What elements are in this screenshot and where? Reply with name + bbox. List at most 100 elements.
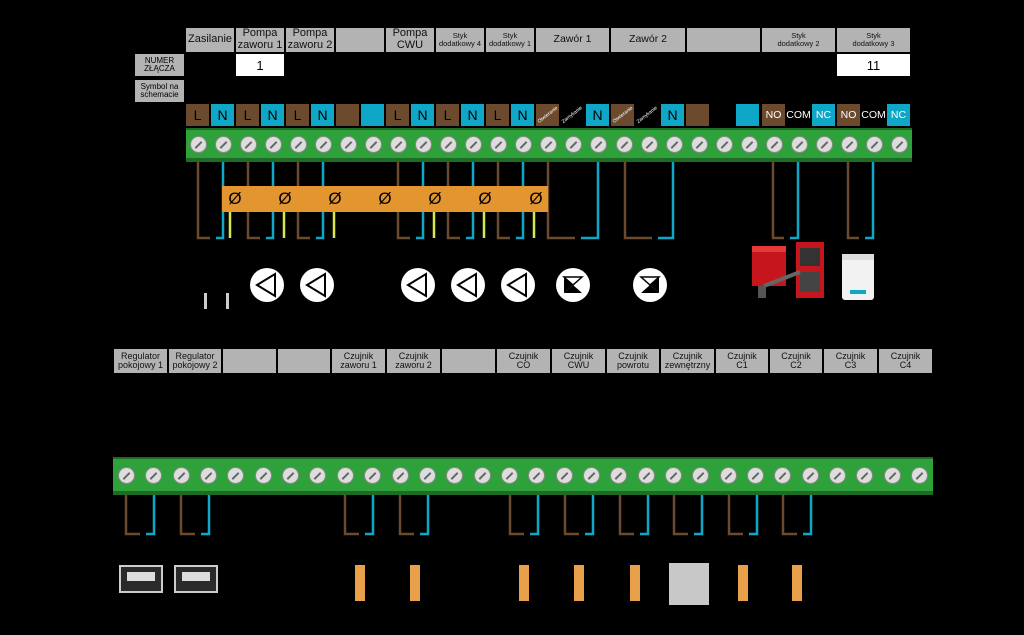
power-input-terminal <box>226 293 229 309</box>
terminal-label-23 <box>736 104 759 126</box>
terminal-screw <box>254 467 272 484</box>
terminal-screw <box>172 467 190 484</box>
temperature-sensor-icon <box>355 565 365 601</box>
terminal-label-16: Zamykanie <box>561 105 584 125</box>
wire-live <box>781 495 797 536</box>
header-czujnik-c2: Czujnik C2 <box>770 349 822 373</box>
temperature-sensor-icon <box>519 565 529 601</box>
earth-symbol: Ø <box>278 189 292 208</box>
header-czujnik-powrotu: Czujnik powrotu <box>607 349 659 373</box>
header-empty-1 <box>336 28 384 52</box>
terminal-screw <box>336 467 354 484</box>
terminal-label-18: Otwieranie <box>611 104 634 126</box>
terminal-screw <box>715 136 733 153</box>
terminal-screw <box>740 136 758 153</box>
header-empty-2 <box>687 28 760 52</box>
terminal-screw <box>582 467 600 484</box>
terminal-screw <box>315 136 333 153</box>
header-styk-dodatkowy-2: Styk dodatkowy 2 <box>762 28 835 52</box>
wire-neutral <box>585 495 595 536</box>
terminal-label-25: COM <box>786 109 811 121</box>
wire-live <box>343 495 359 536</box>
terminal-screw <box>883 467 901 484</box>
wire-neutral <box>803 495 813 536</box>
temperature-sensor-icon <box>410 565 420 601</box>
terminal-screw <box>637 467 655 484</box>
terminal-label-22 <box>711 104 734 126</box>
header-zawor-2: Zawór 2 <box>611 28 685 52</box>
wire-neutral <box>201 495 211 536</box>
temperature-sensor-icon <box>792 565 802 601</box>
pump-icon <box>250 268 284 302</box>
header-czujnik-zaworu-2: Czujnik zaworu 2 <box>387 349 440 373</box>
terminal-screw <box>418 467 436 484</box>
header-pompa-zaworu-2: Pompa zaworu 2 <box>286 27 334 52</box>
terminal-screw <box>719 467 737 484</box>
earth-symbol: Ø <box>428 189 442 208</box>
header-empty-3 <box>223 349 276 373</box>
earth-symbol: Ø <box>328 189 342 208</box>
terminal-label-17: N <box>586 104 609 126</box>
terminal-label-7 <box>336 104 359 126</box>
terminal-screw <box>190 136 207 153</box>
earth-symbol: Ø <box>228 189 242 208</box>
wire-neutral <box>865 162 875 240</box>
pump-icon <box>300 268 334 302</box>
wire-live <box>618 495 634 536</box>
terminal-label-14: N <box>511 104 534 126</box>
outdoor-sensor-icon <box>669 563 709 605</box>
temperature-sensor-icon <box>738 565 748 601</box>
temperature-sensor-icon <box>574 565 584 601</box>
earth-symbol: Ø <box>478 189 492 208</box>
terminal-screw <box>911 467 929 484</box>
wire-neutral <box>420 495 430 536</box>
header-czujnik-cwu: Czujnik CWU <box>552 349 605 373</box>
terminal-screw <box>747 467 765 484</box>
wire-neutral <box>790 162 800 240</box>
earth-symbol: Ø <box>529 189 543 208</box>
wire-live <box>846 162 859 240</box>
terminal-label-4: N <box>261 104 284 126</box>
terminal-label-26: NC <box>812 104 835 126</box>
terminal-screw <box>690 136 708 153</box>
terminal-screw <box>265 136 283 153</box>
terminal-screw <box>801 467 819 484</box>
header-empty-4 <box>278 349 330 373</box>
terminal-label-29: NC <box>887 104 910 126</box>
header-zawor-1: Zawór 1 <box>536 28 609 52</box>
terminal-screw <box>765 136 783 153</box>
terminal-label-2: N <box>211 104 234 126</box>
terminal-label-6: N <box>311 104 334 126</box>
room-regulator-icon <box>119 565 163 593</box>
wire-live <box>508 495 524 536</box>
wire-live <box>124 495 140 536</box>
wire-live <box>563 495 579 536</box>
earth-symbol: Ø <box>378 189 392 208</box>
wire-live <box>546 162 575 240</box>
wire-live <box>179 495 195 536</box>
wire-live <box>623 162 652 240</box>
wire-live <box>771 162 784 240</box>
header-styk-dodatkowy-3: Styk dodatkowy 3 <box>837 28 910 52</box>
connector-number-last: 11 <box>837 54 910 76</box>
terminal-label-5: L <box>286 104 309 126</box>
header-styk-dodatkowy-1: Styk dodatkowy 1 <box>486 28 534 52</box>
terminal-screw <box>118 467 135 484</box>
header-czujnik-zewnetrzny: Czujnik zewnętrzny <box>661 349 714 373</box>
wire-neutral <box>640 495 650 536</box>
gas-heater-icon <box>842 254 874 300</box>
connector-number-first: 1 <box>236 54 284 76</box>
label-numer-zlacza: NUMER ZŁĄCZA <box>135 54 184 76</box>
terminal-label-11: L <box>436 104 459 126</box>
label-symbol-na-schemacie: Symbol na schemacie <box>135 80 184 102</box>
mixing-valve-icon <box>633 268 667 302</box>
terminal-screw <box>215 136 233 153</box>
room-regulator-icon <box>174 565 218 593</box>
wire-neutral <box>365 495 375 536</box>
terminal-screw <box>815 136 833 153</box>
wire-neutral <box>581 162 600 240</box>
terminal-label-13: L <box>486 104 509 126</box>
terminal-label-12: N <box>461 104 484 126</box>
terminal-label-9: L <box>386 104 409 126</box>
pump-icon <box>401 268 435 302</box>
